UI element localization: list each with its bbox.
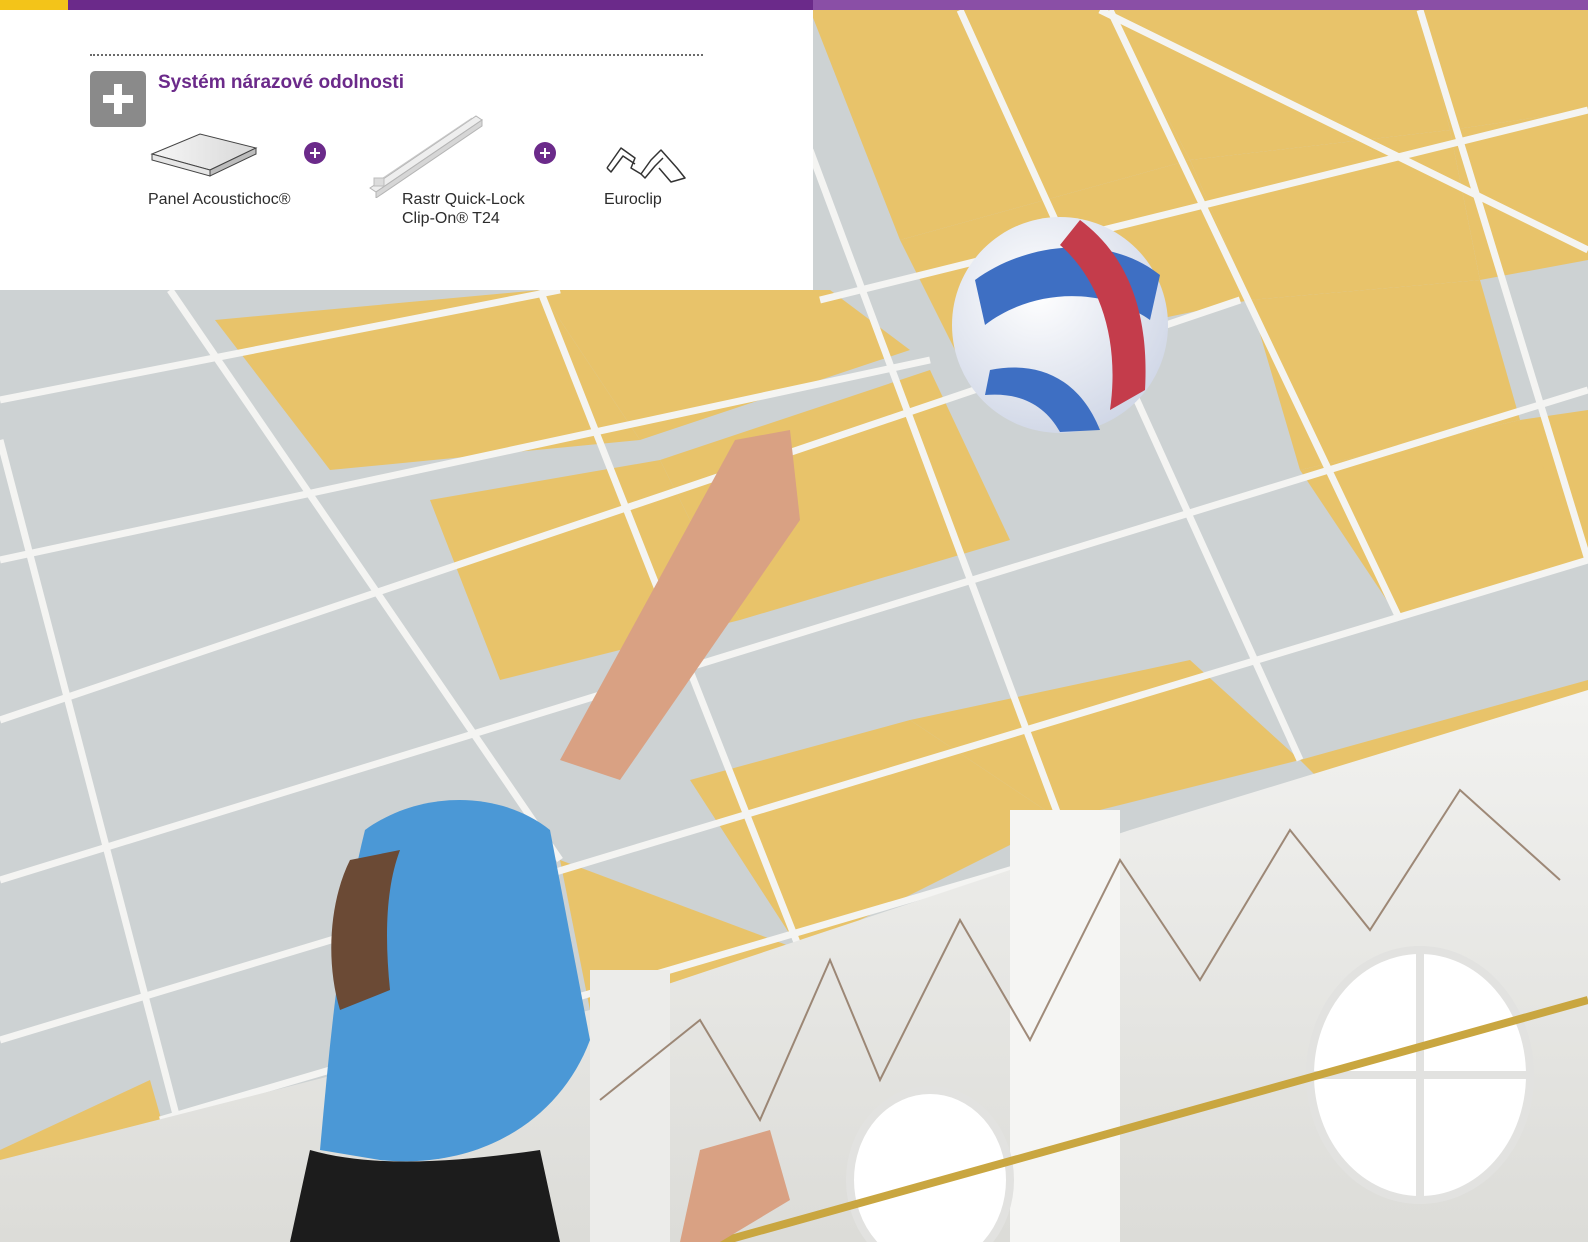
brand-bar-purple-light	[813, 0, 1588, 10]
plus-icon	[90, 71, 146, 127]
ceiling-panel-icon	[150, 133, 258, 177]
product-label-rail-line2: Clip-On® T24	[402, 210, 500, 227]
product-label-clip: Euroclip	[604, 191, 662, 208]
volleyball-icon	[952, 217, 1168, 433]
clip-icon	[606, 147, 686, 183]
product-label-panel: Panel Acoustichoc®	[148, 191, 291, 208]
system-info-card: Systém nárazové odolnosti Panel Acoustic…	[0, 10, 813, 290]
product-label-rail: Rastr Quick-Lock Clip-On® T24	[402, 190, 525, 228]
brand-color-bar	[0, 0, 1588, 10]
brand-bar-purple	[68, 0, 813, 10]
dotted-divider	[90, 54, 703, 56]
plus-connector-icon	[534, 142, 556, 164]
product-label-rail-line1: Rastr Quick-Lock	[402, 191, 525, 208]
brand-bar-yellow	[0, 0, 68, 10]
grid-rail-icon	[369, 115, 483, 198]
system-title: Systém nárazové odolnosti	[158, 72, 405, 93]
plus-connector-icon	[304, 142, 326, 164]
